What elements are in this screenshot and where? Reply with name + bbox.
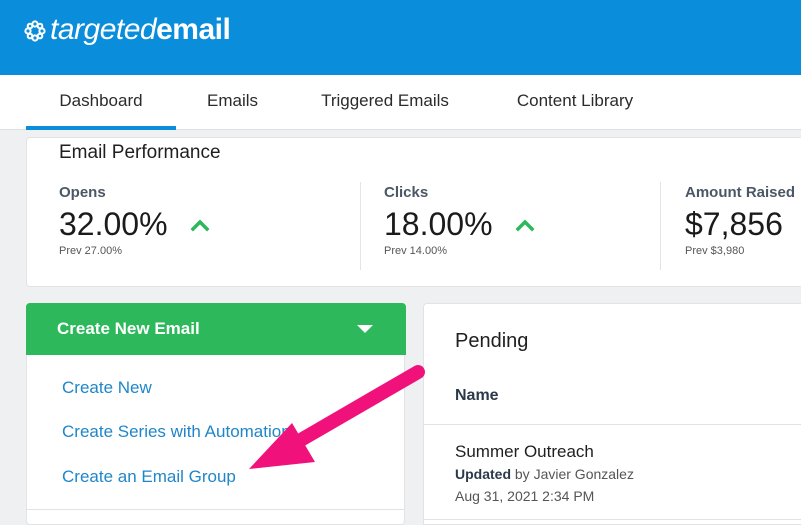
tab-content-library[interactable]: Content Library xyxy=(498,75,652,130)
updated-by-name: by Javier Gonzalez xyxy=(511,466,634,482)
top-bar: targeted email xyxy=(0,0,801,75)
pending-title: Pending xyxy=(455,330,529,352)
logo-text-light: targeted xyxy=(50,13,157,46)
divider xyxy=(424,519,801,520)
metric-opens: Opens 32.00% Prev 27.00% xyxy=(59,184,210,257)
metric-clicks: Clicks 18.00% Prev 14.00% xyxy=(384,184,535,257)
chevron-up-icon xyxy=(190,219,210,231)
metric-label: Amount Raised xyxy=(685,184,796,201)
pending-email-name[interactable]: Summer Outreach xyxy=(455,442,594,462)
tab-triggered-emails[interactable]: Triggered Emails xyxy=(307,75,463,130)
metric-value-text: 18.00% xyxy=(384,206,493,242)
metric-prev: Prev 14.00% xyxy=(384,245,447,257)
pending-updated-by: Updated by Javier Gonzalez xyxy=(455,466,634,482)
logo-flower-icon xyxy=(24,20,46,42)
metric-value-text: $7,856 xyxy=(685,206,783,242)
column-header-name[interactable]: Name xyxy=(455,387,499,405)
metric-label: Opens xyxy=(59,184,106,201)
caret-down-icon xyxy=(357,325,373,333)
create-new-email-label: Create New Email xyxy=(57,319,200,338)
main-tabs: Dashboard Emails Triggered Emails Conten… xyxy=(0,75,801,130)
pending-card: Pending Name Summer Outreach Updated by … xyxy=(423,303,801,525)
create-new-link[interactable]: Create New xyxy=(62,378,152,398)
metric-label: Clicks xyxy=(384,184,429,201)
create-email-group-link[interactable]: Create an Email Group xyxy=(62,467,236,487)
email-performance-card: Email Performance Opens 32.00% Prev 27.0… xyxy=(26,137,801,287)
metric-value: $7,856 xyxy=(685,206,795,243)
metric-value-text: 32.00% xyxy=(59,206,168,242)
metric-value: 32.00% xyxy=(59,206,210,243)
metric-prev: Prev $3,980 xyxy=(685,245,745,257)
tab-emails[interactable]: Emails xyxy=(190,75,275,130)
metric-divider xyxy=(660,182,661,270)
metric-prev: Prev 27.00% xyxy=(59,245,122,257)
metric-value: 18.00% xyxy=(384,206,535,243)
email-performance-title: Email Performance xyxy=(59,142,221,163)
create-series-link[interactable]: Create Series with Automation xyxy=(62,422,291,442)
metric-divider xyxy=(360,182,361,270)
logo[interactable]: targeted email xyxy=(24,12,231,48)
create-email-card: Create New Email Create New Create Serie… xyxy=(26,303,406,525)
logo-text-bold: email xyxy=(156,13,231,46)
divider xyxy=(27,509,404,510)
updated-label: Updated xyxy=(455,466,511,482)
metric-amount-raised: Amount Raised $7,856 Prev $3,980 xyxy=(685,184,795,257)
pending-date: Aug 31, 2021 2:34 PM xyxy=(455,488,595,504)
create-new-email-button[interactable]: Create New Email xyxy=(26,303,406,355)
tab-dashboard[interactable]: Dashboard xyxy=(26,75,176,130)
divider xyxy=(424,424,801,425)
chevron-up-icon xyxy=(515,219,535,231)
